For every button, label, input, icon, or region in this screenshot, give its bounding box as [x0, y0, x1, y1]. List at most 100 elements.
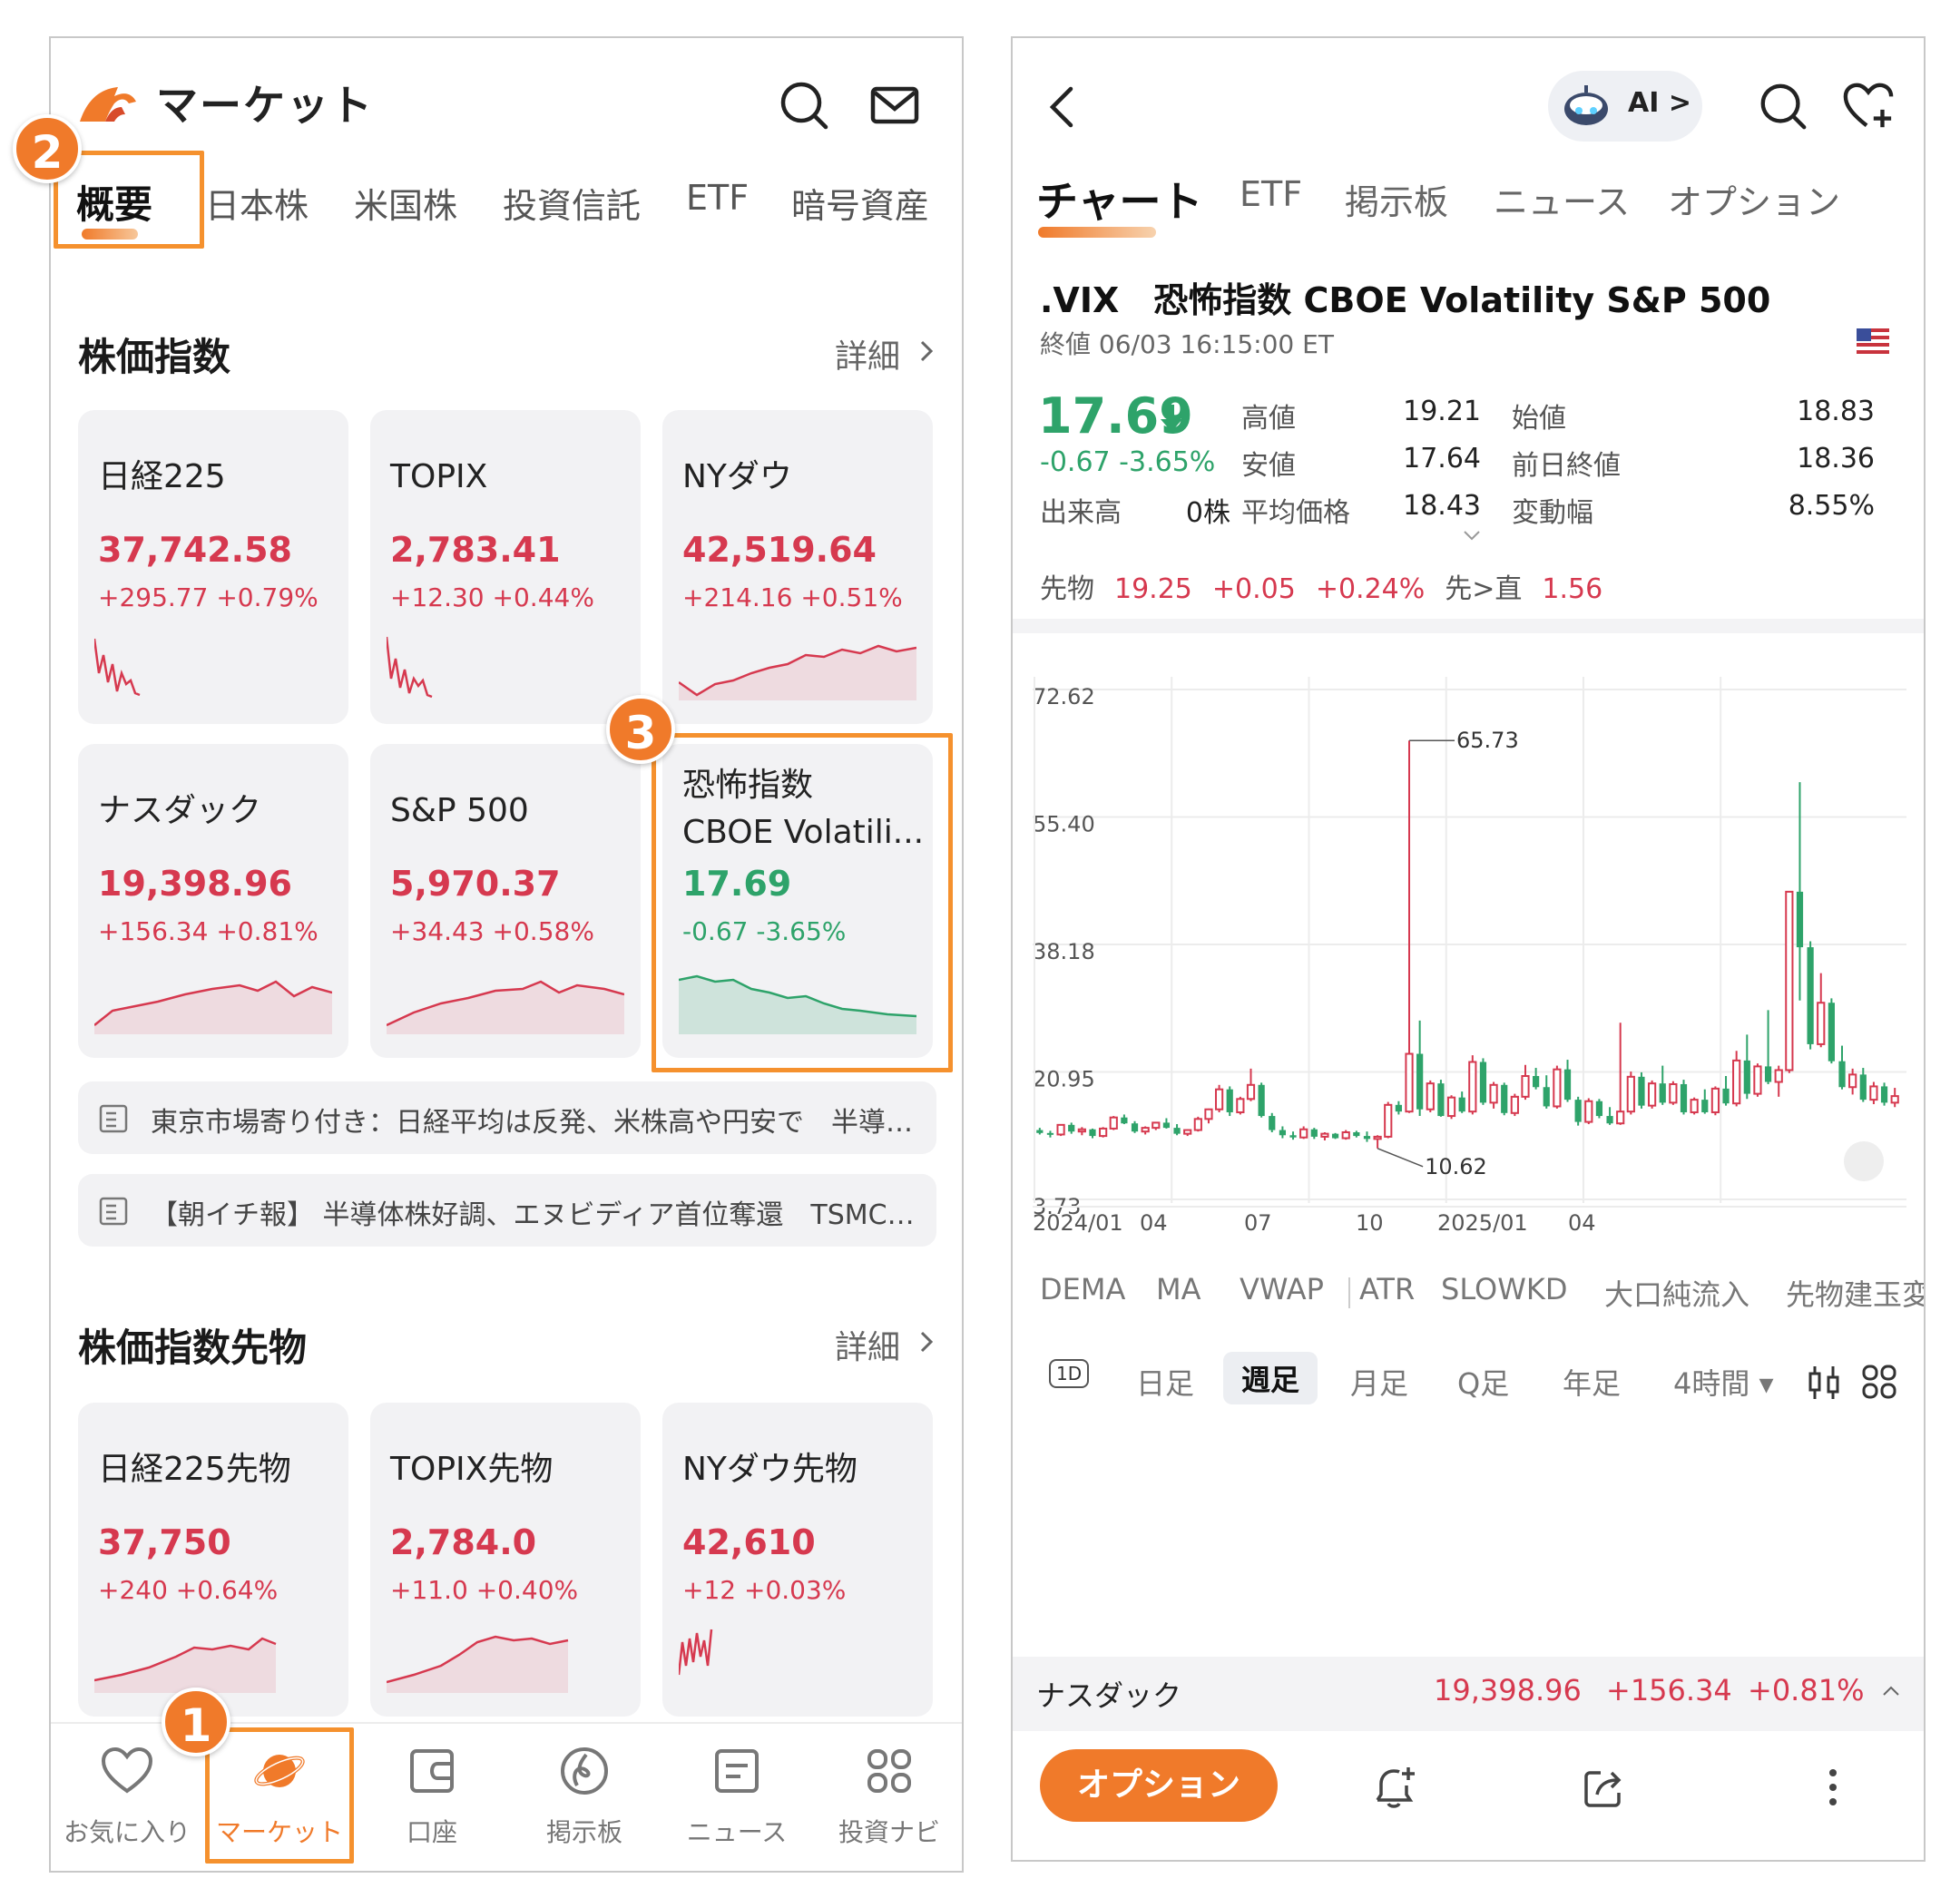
- candle-body: [1521, 1075, 1530, 1098]
- candle-body: [1595, 1101, 1603, 1117]
- futures-card-topix[interactable]: TOPIX先物 2,784.0 +11.0 +0.40%: [370, 1403, 641, 1717]
- mail-icon[interactable]: [867, 78, 922, 132]
- bell-add-icon[interactable]: [1368, 1762, 1419, 1813]
- indices-detail-link[interactable]: 詳細: [835, 330, 900, 377]
- x-tick-label: 2025/01: [1437, 1210, 1528, 1236]
- futures-card-nydow[interactable]: NYダウ先物 42,610 +12 +0.03%: [662, 1403, 933, 1717]
- candle-body: [1659, 1083, 1666, 1103]
- options-button[interactable]: オプション: [1040, 1749, 1278, 1822]
- candle-body: [1510, 1095, 1519, 1114]
- more-grid-icon[interactable]: [1860, 1363, 1898, 1401]
- futures-change: +11.0 +0.40%: [390, 1575, 579, 1605]
- indicator-atr[interactable]: ATR: [1359, 1272, 1415, 1306]
- candle-body: [1162, 1122, 1171, 1129]
- news-item[interactable]: 東京市場寄り付き：日経平均は反発、米株高や円安で 半導…: [78, 1081, 936, 1154]
- futures-name: NYダウ先物: [682, 1451, 858, 1488]
- tab-crypto[interactable]: 暗号資産: [791, 178, 929, 228]
- candle-body: [1606, 1116, 1613, 1124]
- index-card-topix[interactable]: TOPIX 2,783.41 +12.30 +0.44%: [370, 410, 641, 724]
- candle-body: [1320, 1132, 1329, 1138]
- index-card-nikkei[interactable]: 日経225 37,742.58 +295.77 +0.79%: [78, 410, 348, 724]
- candle-body: [1099, 1127, 1108, 1138]
- index-card-nydow[interactable]: NYダウ 42,519.64 +214.16 +0.51%: [662, 410, 933, 724]
- period-weekly[interactable]: 週足: [1223, 1352, 1318, 1404]
- candle-body: [1710, 1087, 1720, 1113]
- candle-body: [1828, 1003, 1835, 1062]
- index-card-nasdaq[interactable]: ナスダック 19,398.96 +156.34 +0.81%: [78, 744, 348, 1058]
- step-badge-3: 3: [606, 695, 675, 764]
- tab-etf[interactable]: ETF: [686, 178, 749, 218]
- back-arrow-icon[interactable]: [1040, 80, 1085, 134]
- more-vertical-icon[interactable]: [1808, 1762, 1858, 1813]
- index-change: +214.16 +0.51%: [682, 582, 903, 612]
- market-screen: マーケット 概要 日本株 米国株 投資信託 ETF 暗号資産 株価指数 詳細 日…: [49, 36, 964, 1873]
- indicator-ma[interactable]: MA: [1156, 1272, 1201, 1306]
- period-4h[interactable]: 4時間 ▾: [1673, 1361, 1774, 1403]
- index-card-sp500[interactable]: S&P 500 5,970.37 +34.43 +0.58%: [370, 744, 641, 1058]
- indicator-dema[interactable]: DEMA: [1040, 1272, 1125, 1306]
- futures-label: 先物: [1040, 573, 1094, 605]
- highlight-market-nav: [205, 1727, 354, 1864]
- search-icon[interactable]: [1757, 80, 1809, 132]
- period-yearly[interactable]: 年足: [1563, 1361, 1621, 1403]
- ticker-pct: +0.81%: [1748, 1673, 1865, 1707]
- tab-japan-stocks[interactable]: 日本株: [205, 178, 309, 228]
- fullscreen-icon[interactable]: [1844, 1141, 1884, 1181]
- app-logo-icon: [80, 87, 136, 122]
- ai-assistant-button[interactable]: AI >: [1548, 71, 1702, 142]
- futures-price: 19.25: [1114, 573, 1192, 605]
- candle-style-icon[interactable]: [1806, 1363, 1842, 1403]
- related-ticker-bar[interactable]: ナスダック 19,398.96 +156.34 +0.81%: [1013, 1657, 1924, 1731]
- candle-body: [1701, 1100, 1709, 1112]
- news-item[interactable]: 【朝イチ報】 半導体株好調、エヌビディア首位奪還 TSMC…: [78, 1174, 936, 1247]
- page-title: マーケット: [156, 81, 374, 130]
- tab-options[interactable]: オプション: [1668, 174, 1840, 224]
- nav-label: 口座: [406, 1817, 457, 1847]
- tab-mutual-funds[interactable]: 投資信託: [503, 178, 641, 228]
- nav-board[interactable]: 掲示板: [508, 1724, 661, 1871]
- news-headline: 東京市場寄り付き：日経平均は反発、米株高や円安で 半導…: [151, 1107, 913, 1139]
- symbol-title: .VIX 恐怖指数 CBOE Volatility S&P 500: [1040, 280, 1771, 320]
- tab-us-stocks[interactable]: 米国株: [354, 178, 457, 228]
- candle-body: [1269, 1116, 1276, 1130]
- favorite-add-icon[interactable]: [1842, 80, 1895, 132]
- share-icon[interactable]: [1579, 1762, 1630, 1813]
- indicator-slowkd[interactable]: SLOWKD: [1441, 1272, 1567, 1306]
- nav-news[interactable]: ニュース: [661, 1724, 813, 1871]
- candle-body: [1563, 1069, 1572, 1101]
- active-tab-indicator: [1038, 227, 1156, 238]
- futures-name: 日経225先物: [98, 1451, 291, 1488]
- avg-price-label: 平均価格: [1241, 497, 1350, 529]
- futures-detail-link[interactable]: 詳細: [835, 1321, 900, 1368]
- indicator-large-flow[interactable]: 大口純流入: [1604, 1272, 1749, 1314]
- nav-invest-navi[interactable]: 投資ナビ: [813, 1724, 962, 1871]
- futures-card-nikkei[interactable]: 日経225先物 37,750 +240 +0.64%: [78, 1403, 348, 1717]
- tab-chart[interactable]: チャート: [1036, 169, 1203, 229]
- candle-body: [1289, 1135, 1297, 1138]
- sparkline: [387, 980, 624, 1034]
- period-daily[interactable]: 日足: [1136, 1361, 1194, 1403]
- candlestick-chart[interactable]: 72.6255.4038.1820.953.732024/01 04 07 10 202…: [1013, 655, 1926, 1254]
- range-label: 変動幅: [1512, 497, 1593, 529]
- indicator-vwap[interactable]: VWAP: [1240, 1272, 1324, 1306]
- candle-body: [1173, 1128, 1181, 1134]
- nav-label: 投資ナビ: [838, 1817, 940, 1847]
- candle-body: [1489, 1083, 1498, 1104]
- x-tick-label: 10: [1356, 1210, 1384, 1236]
- tab-news[interactable]: ニュース: [1494, 174, 1630, 224]
- indicator-futures-oi[interactable]: 先物建玉変: [1786, 1272, 1924, 1314]
- tab-etf[interactable]: ETF: [1240, 174, 1302, 214]
- chevron-up-icon[interactable]: [1880, 1684, 1902, 1698]
- period-quarterly[interactable]: Q足: [1457, 1361, 1509, 1403]
- chevron-right-icon[interactable]: [913, 1328, 940, 1355]
- futures-price: 2,784.0: [390, 1522, 537, 1562]
- candle-body: [1869, 1085, 1878, 1101]
- chevron-right-icon[interactable]: [913, 338, 940, 365]
- sparkline: [679, 1629, 713, 1676]
- period-monthly[interactable]: 月足: [1350, 1361, 1408, 1403]
- nav-account[interactable]: 口座: [356, 1724, 508, 1871]
- expand-chevron-icon[interactable]: [1461, 528, 1483, 543]
- tab-board[interactable]: 掲示板: [1345, 174, 1448, 224]
- period-1d[interactable]: 1D: [1049, 1359, 1090, 1388]
- search-icon[interactable]: [777, 78, 831, 132]
